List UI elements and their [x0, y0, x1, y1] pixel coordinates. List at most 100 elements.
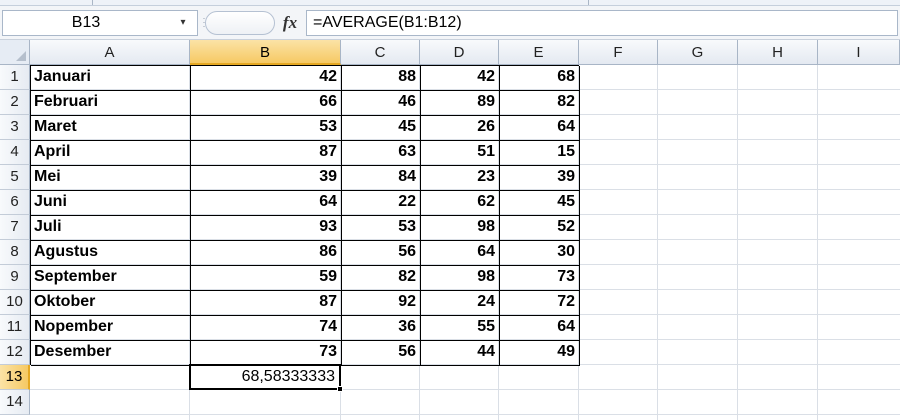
cell-e9[interactable]: 73	[499, 265, 579, 290]
name-box-value: B13	[71, 14, 101, 31]
row-header-7[interactable]: 7	[0, 215, 30, 240]
spreadsheet-grid: A B C D E F G H I 1 2 3 4 5 6 7 8 9 10 11 12 13 14 Januari 42 88 4…	[0, 40, 900, 420]
fill-handle[interactable]	[337, 386, 343, 392]
select-all-icon	[16, 51, 26, 61]
row-header-3[interactable]: 3	[0, 115, 30, 140]
row-header-9[interactable]: 9	[0, 265, 30, 290]
cell-a11[interactable]: Nopember	[30, 315, 190, 340]
cell-e5[interactable]: 39	[499, 165, 579, 190]
cell-e8[interactable]: 30	[499, 240, 579, 265]
cell-a2[interactable]: Februari	[30, 90, 190, 115]
formula-bar-controls	[205, 11, 275, 35]
active-cell-selection	[189, 364, 341, 390]
cell-d2[interactable]: 89	[420, 90, 499, 115]
cell-c11[interactable]: 36	[341, 315, 420, 340]
cell-b7[interactable]: 93	[190, 215, 341, 240]
column-header-g[interactable]: G	[658, 40, 738, 65]
cell-e11[interactable]: 64	[499, 315, 579, 340]
row-header-10[interactable]: 10	[0, 290, 30, 315]
row-header-14[interactable]: 14	[0, 390, 30, 415]
column-header-i[interactable]: I	[818, 40, 900, 65]
cell-b5[interactable]: 39	[190, 165, 341, 190]
row-header-4[interactable]: 4	[0, 140, 30, 165]
cell-d8[interactable]: 64	[420, 240, 499, 265]
cell-e1[interactable]: 68	[499, 65, 579, 90]
row-header-2[interactable]: 2	[0, 90, 30, 115]
cell-b9[interactable]: 59	[190, 265, 341, 290]
cell-d5[interactable]: 23	[420, 165, 499, 190]
column-header-h[interactable]: H	[738, 40, 818, 65]
row-header-1[interactable]: 1	[0, 65, 30, 90]
cell-e7[interactable]: 52	[499, 215, 579, 240]
cell-a8[interactable]: Agustus	[30, 240, 190, 265]
cell-d4[interactable]: 51	[420, 140, 499, 165]
column-header-e[interactable]: E	[499, 40, 579, 65]
cell-c3[interactable]: 45	[341, 115, 420, 140]
cell-a9[interactable]: September	[30, 265, 190, 290]
cell-b4[interactable]: 87	[190, 140, 341, 165]
cell-b11[interactable]: 74	[190, 315, 341, 340]
cell-c9[interactable]: 82	[341, 265, 420, 290]
cell-e10[interactable]: 72	[499, 290, 579, 315]
cell-a10[interactable]: Oktober	[30, 290, 190, 315]
gridline-horizontal	[30, 414, 900, 415]
cell-e2[interactable]: 82	[499, 90, 579, 115]
cell-b3[interactable]: 53	[190, 115, 341, 140]
column-header-c[interactable]: C	[341, 40, 420, 65]
row-header-5[interactable]: 5	[0, 165, 30, 190]
column-header-b[interactable]: B	[190, 40, 341, 65]
cell-a6[interactable]: Juni	[30, 190, 190, 215]
cell-b6[interactable]: 64	[190, 190, 341, 215]
name-box[interactable]: B13 ▾	[2, 10, 198, 36]
row-header-11[interactable]: 11	[0, 315, 30, 340]
cell-c12[interactable]: 56	[341, 340, 420, 365]
cell-a1[interactable]: Januari	[30, 65, 190, 90]
cell-d1[interactable]: 42	[420, 65, 499, 90]
cell-c8[interactable]: 56	[341, 240, 420, 265]
insert-function-button[interactable]: fx	[276, 10, 304, 36]
cell-e12[interactable]: 49	[499, 340, 579, 365]
cell-e3[interactable]: 64	[499, 115, 579, 140]
cell-d7[interactable]: 98	[420, 215, 499, 240]
cell-d10[interactable]: 24	[420, 290, 499, 315]
cell-d11[interactable]: 55	[420, 315, 499, 340]
cell-a3[interactable]: Maret	[30, 115, 190, 140]
cell-b10[interactable]: 87	[190, 290, 341, 315]
gridline-horizontal	[30, 389, 900, 390]
cell-c7[interactable]: 53	[341, 215, 420, 240]
cell-d3[interactable]: 26	[420, 115, 499, 140]
cell-c1[interactable]: 88	[341, 65, 420, 90]
fx-icon: fx	[282, 13, 298, 32]
cell-c4[interactable]: 63	[341, 140, 420, 165]
cell-b1[interactable]: 42	[190, 65, 341, 90]
formula-text: =AVERAGE(B1:B12)	[313, 14, 462, 31]
cell-a5[interactable]: Mei	[30, 165, 190, 190]
column-header-d[interactable]: D	[420, 40, 499, 65]
cell-e4[interactable]: 15	[499, 140, 579, 165]
cell-b2[interactable]: 66	[190, 90, 341, 115]
strip-divider	[92, 0, 93, 5]
cell-d12[interactable]: 44	[420, 340, 499, 365]
cell-b12[interactable]: 73	[190, 340, 341, 365]
cell-d9[interactable]: 98	[420, 265, 499, 290]
formula-input[interactable]: =AVERAGE(B1:B12)	[306, 10, 898, 36]
gridline-vertical	[737, 65, 738, 420]
chevron-down-icon[interactable]: ▾	[173, 11, 193, 35]
cell-d6[interactable]: 62	[420, 190, 499, 215]
cell-a7[interactable]: Juli	[30, 215, 190, 240]
select-all-button[interactable]	[0, 40, 30, 65]
cell-e6[interactable]: 45	[499, 190, 579, 215]
cell-a4[interactable]: April	[30, 140, 190, 165]
row-header-8[interactable]: 8	[0, 240, 30, 265]
row-header-6[interactable]: 6	[0, 190, 30, 215]
cell-c10[interactable]: 92	[341, 290, 420, 315]
column-header-a[interactable]: A	[30, 40, 190, 65]
row-header-12[interactable]: 12	[0, 340, 30, 365]
row-header-13[interactable]: 13	[0, 365, 30, 390]
column-header-f[interactable]: F	[579, 40, 658, 65]
cell-c6[interactable]: 22	[341, 190, 420, 215]
cell-a12[interactable]: Desember	[30, 340, 190, 365]
cell-b8[interactable]: 86	[190, 240, 341, 265]
cell-c5[interactable]: 84	[341, 165, 420, 190]
cell-c2[interactable]: 46	[341, 90, 420, 115]
